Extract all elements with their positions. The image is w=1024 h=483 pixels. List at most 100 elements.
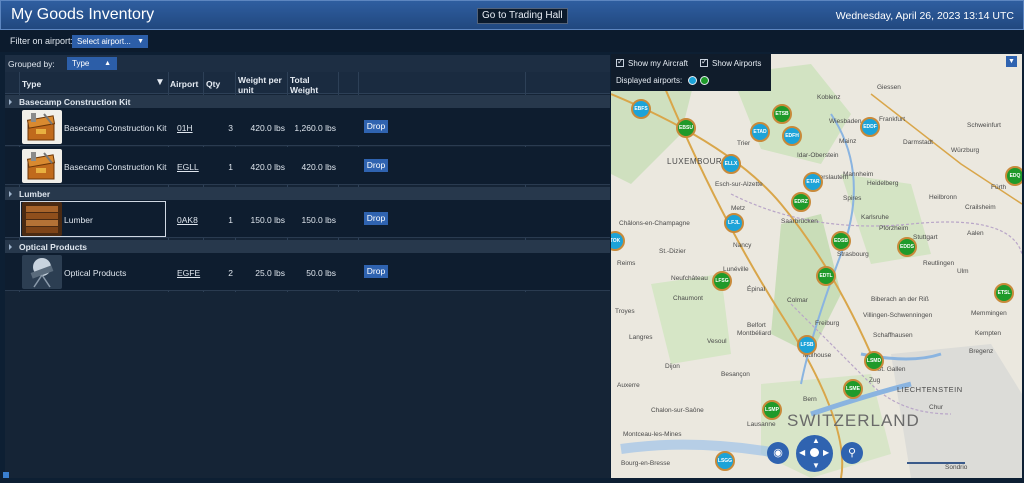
cell-qty: 1 bbox=[228, 162, 233, 172]
place-label: Pforzheim bbox=[879, 225, 909, 232]
place-label: Épinal bbox=[747, 286, 766, 293]
group-header[interactable]: Optical Products bbox=[5, 240, 610, 253]
group-header[interactable]: Lumber bbox=[5, 187, 610, 200]
place-label: Bregenz bbox=[969, 348, 994, 355]
airport-marker[interactable]: LFJL bbox=[724, 213, 744, 233]
airport-marker[interactable]: ETSL bbox=[994, 283, 1014, 303]
airport-marker[interactable]: EDFH bbox=[782, 126, 802, 146]
airport-marker[interactable]: EDSB bbox=[831, 231, 851, 251]
table-row[interactable]: Lumber 0AK8 1 150.0 lbs 150.0 lbs Drop bbox=[5, 200, 610, 238]
show-aircraft-label: Show my Aircraft bbox=[628, 59, 689, 68]
map-expand-button[interactable]: ▼ bbox=[1006, 56, 1017, 67]
place-label: Koblenz bbox=[817, 94, 841, 101]
eye-icon[interactable]: ◉ bbox=[767, 442, 789, 464]
map-scale-bar bbox=[907, 461, 965, 464]
airport-marker[interactable]: LSGG bbox=[715, 451, 735, 471]
filter-icon[interactable]: ▼ bbox=[155, 78, 165, 88]
column-type[interactable]: Type bbox=[22, 79, 41, 89]
airport-marker[interactable]: EDDF bbox=[860, 117, 880, 137]
grouping-bar: Grouped by: Type ▲ bbox=[5, 55, 610, 72]
group-by-select[interactable]: Type ▲ bbox=[67, 57, 117, 70]
drop-button[interactable]: Drop bbox=[364, 159, 388, 172]
drop-button[interactable]: Drop bbox=[364, 212, 388, 225]
construction-kit-image bbox=[22, 110, 62, 144]
collapse-triangle-icon[interactable] bbox=[9, 244, 12, 250]
filter-label: Filter on airport: bbox=[10, 36, 74, 46]
blue-airports-toggle[interactable] bbox=[688, 76, 697, 85]
place-label: Lausanne bbox=[747, 421, 776, 428]
place-label: Stuttgart bbox=[913, 234, 938, 241]
airport-marker[interactable]: ETAD bbox=[750, 122, 770, 142]
window-title: My Goods Inventory bbox=[11, 6, 155, 23]
place-label: Würzburg bbox=[951, 147, 980, 154]
column-weight-per-unit[interactable]: Weight per unit bbox=[238, 75, 288, 95]
column-qty[interactable]: Qty bbox=[206, 79, 220, 89]
row-selection-outline bbox=[20, 201, 166, 237]
group-header[interactable]: Basecamp Construction Kit bbox=[5, 95, 610, 108]
airport-marker[interactable]: EBSU bbox=[676, 118, 696, 138]
show-airports-checkbox[interactable] bbox=[700, 57, 708, 67]
pan-right-icon[interactable]: ▶ bbox=[823, 448, 829, 457]
construction-kit-image bbox=[22, 149, 62, 183]
column-airport[interactable]: Airport bbox=[170, 79, 198, 89]
airport-marker[interactable]: EDQ bbox=[1005, 166, 1022, 186]
airport-marker[interactable]: ETAR bbox=[803, 172, 823, 192]
drop-button[interactable]: Drop bbox=[364, 265, 388, 278]
pan-down-icon[interactable]: ▼ bbox=[812, 461, 820, 470]
airport-marker[interactable]: EBFS bbox=[631, 99, 651, 119]
resize-handle-icon[interactable] bbox=[3, 472, 9, 478]
airport-marker[interactable]: LSMD bbox=[864, 351, 884, 371]
cell-airport-link[interactable]: EGLL bbox=[177, 162, 199, 172]
cell-qty: 3 bbox=[228, 123, 233, 133]
cell-airport-link[interactable]: 0AK8 bbox=[177, 215, 198, 225]
show-aircraft-checkbox[interactable] bbox=[616, 57, 624, 67]
place-label: Besançon bbox=[721, 371, 750, 378]
pan-up-icon[interactable]: ▲ bbox=[812, 436, 820, 445]
airport-marker[interactable]: LFSB bbox=[797, 335, 817, 355]
place-label: Bern bbox=[803, 396, 817, 403]
map-layer-controls: Show my Aircraft Show Airports Displayed… bbox=[611, 54, 771, 91]
place-label: Chalon-sur-Saône bbox=[651, 407, 704, 414]
place-label: Freiburg bbox=[815, 320, 840, 327]
pan-center-icon[interactable] bbox=[810, 448, 819, 457]
table-row[interactable]: Basecamp Construction Kit EGLL 1 420.0 l… bbox=[5, 147, 610, 185]
airport-marker[interactable]: LFSG bbox=[712, 271, 732, 291]
table-row[interactable]: Optical Products EGFE 2 25.0 lbs 50.0 lb… bbox=[5, 253, 610, 291]
place-label: Saarbrücken bbox=[781, 218, 818, 225]
place-label: Ulm bbox=[957, 268, 969, 275]
airport-marker[interactable]: LSME bbox=[843, 379, 863, 399]
telescope-image bbox=[22, 255, 62, 289]
airport-map[interactable]: Koblenz Giessen Wiesbaden Frankfurt Schw… bbox=[611, 54, 1022, 478]
airport-filter-select[interactable]: Select airport... ▼ bbox=[72, 35, 148, 48]
airport-marker[interactable]: EDRZ bbox=[791, 192, 811, 212]
cell-airport-link[interactable]: EGFE bbox=[177, 268, 200, 278]
airport-marker[interactable]: ETSB bbox=[772, 104, 792, 124]
pan-left-icon[interactable]: ◀ bbox=[799, 448, 805, 457]
place-label: Nancy bbox=[733, 242, 752, 249]
collapse-triangle-icon[interactable] bbox=[9, 191, 12, 197]
cell-weight: 420.0 lbs bbox=[250, 162, 286, 172]
collapse-triangle-icon[interactable] bbox=[9, 99, 12, 105]
place-label: Giessen bbox=[877, 84, 901, 91]
cell-qty: 2 bbox=[228, 268, 233, 278]
green-airports-toggle[interactable] bbox=[700, 76, 709, 85]
place-label: Aalen bbox=[967, 230, 984, 237]
airport-marker[interactable]: LSMP bbox=[762, 400, 782, 420]
place-label: Reutlingen bbox=[923, 260, 955, 267]
group-title: Basecamp Construction Kit bbox=[19, 97, 131, 107]
filter-bar: Filter on airport: Select airport... ▼ bbox=[0, 30, 1024, 52]
drop-button[interactable]: Drop bbox=[364, 120, 388, 133]
airport-marker[interactable]: EDDS bbox=[897, 237, 917, 257]
column-total-weight[interactable]: Total Weight bbox=[290, 75, 330, 95]
place-label: Trier bbox=[737, 140, 751, 147]
table-row[interactable]: Basecamp Construction Kit 01H 3 420.0 lb… bbox=[5, 108, 610, 146]
place-label: Neufchâteau bbox=[671, 275, 708, 282]
cell-type: Optical Products bbox=[64, 268, 127, 278]
trading-hall-button[interactable]: Go to Trading Hall bbox=[477, 8, 568, 24]
airport-marker[interactable]: EDTL bbox=[816, 266, 836, 286]
place-label: Bourg-en-Bresse bbox=[621, 460, 671, 467]
cell-airport-link[interactable]: 01H bbox=[177, 123, 193, 133]
airport-marker[interactable]: ELLX bbox=[721, 154, 741, 174]
pan-control[interactable]: ▲ ▼ ◀ ▶ bbox=[796, 435, 833, 472]
search-icon[interactable]: ⚲ bbox=[841, 442, 863, 464]
